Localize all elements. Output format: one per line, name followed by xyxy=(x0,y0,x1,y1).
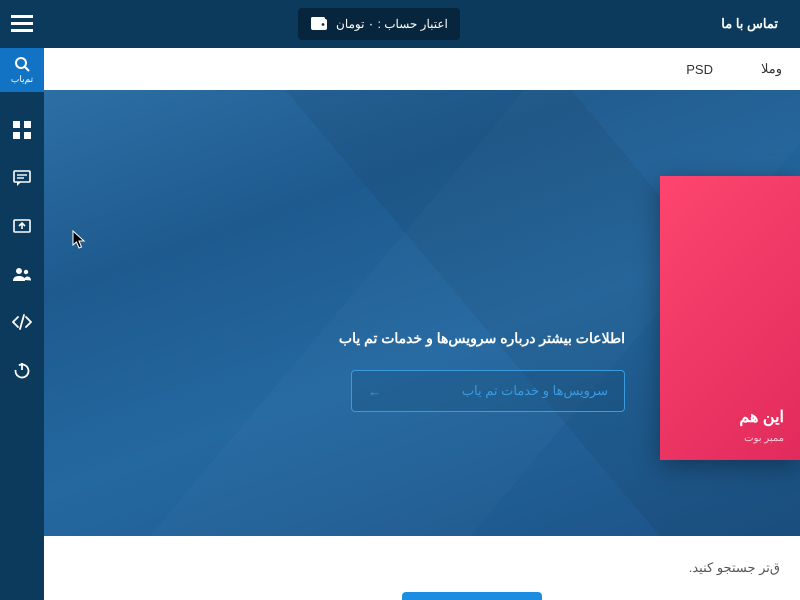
secondary-nav: وملا PSD xyxy=(44,48,800,90)
sidebar-item-users[interactable] xyxy=(0,250,44,298)
users-icon xyxy=(12,265,32,283)
logo-badge[interactable]: تم‌یاب xyxy=(0,48,44,92)
arrow-left-icon: ← xyxy=(368,384,381,399)
chat-icon xyxy=(13,169,31,187)
sidebar-item-dashboard[interactable] xyxy=(0,106,44,154)
magnifier-icon xyxy=(14,56,30,72)
hamburger-icon xyxy=(11,15,33,33)
promo-card-title: این هم xyxy=(676,407,784,427)
promo-card-subtitle: ممبر بوت xyxy=(676,433,784,444)
services-button[interactable]: سرویس‌ها و خدمات تم یاب ← xyxy=(351,370,625,412)
search-prompt-text: ق‌تر جستجو کنید. xyxy=(689,560,780,576)
menu-toggle[interactable] xyxy=(0,0,44,48)
code-icon xyxy=(12,314,32,330)
grid-icon xyxy=(13,121,31,139)
power-icon xyxy=(13,361,31,379)
promo-card[interactable]: این هم ممبر بوت xyxy=(660,176,800,460)
sidebar: تم‌یاب xyxy=(0,0,44,600)
topbar: تماس با ما اعتبار حساب : ۰ تومان xyxy=(44,0,800,48)
bottom-strip: ق‌تر جستجو کنید. xyxy=(44,536,800,600)
sidebar-item-messages[interactable] xyxy=(0,154,44,202)
hero-area: این هم ممبر بوت اطلاعات بیشتر درباره سرو… xyxy=(44,90,800,552)
search-button-stub[interactable] xyxy=(402,592,542,600)
contact-link[interactable]: تماس با ما xyxy=(721,16,778,32)
logo-text: تم‌یاب xyxy=(11,74,33,85)
nav-item-1[interactable]: وملا xyxy=(761,61,782,77)
hero-info-text: اطلاعات بیشتر درباره سرویس‌ها و خدمات تم… xyxy=(339,330,625,347)
nav-item-2[interactable]: PSD xyxy=(686,62,713,77)
credit-label: اعتبار حساب : ۰ تومان xyxy=(336,17,448,31)
sidebar-item-power[interactable] xyxy=(0,346,44,394)
sidebar-item-upload[interactable] xyxy=(0,202,44,250)
sidebar-item-code[interactable] xyxy=(0,298,44,346)
account-credit-badge[interactable]: اعتبار حساب : ۰ تومان xyxy=(298,8,460,40)
services-button-label: سرویس‌ها و خدمات تم یاب xyxy=(462,383,608,399)
upload-icon xyxy=(13,217,31,235)
wallet-icon xyxy=(310,16,328,32)
